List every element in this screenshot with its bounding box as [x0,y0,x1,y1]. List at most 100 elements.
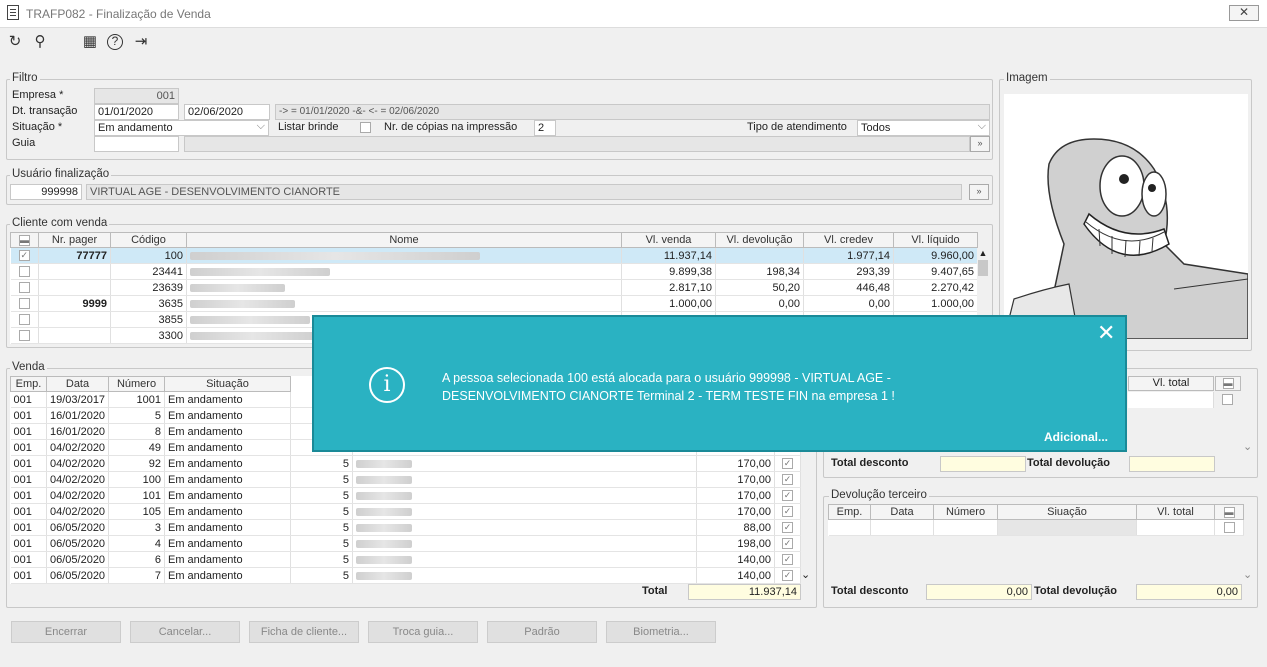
row-checkbox[interactable] [18,314,30,326]
calendar-icon[interactable]: ▦ [81,33,99,51]
guia-lookup-button[interactable]: » [970,136,990,152]
venda-cell: 9.899,38 [621,263,716,280]
venda-checkbox-cell[interactable]: ✓ [774,519,801,536]
col-vl-liquido[interactable]: Vl. líquido [893,232,978,248]
help-icon[interactable]: ? [107,34,123,50]
emp-cell: 001 [10,487,47,504]
search-icon[interactable]: ⚲ [31,33,49,51]
venda-checkbox-cell[interactable]: ✓ [774,455,801,472]
emp-cell: 001 [10,471,47,488]
row-checkbox[interactable] [18,282,30,294]
dev-col-situacao[interactable]: Siuação [997,504,1137,520]
copias-field[interactable]: 2 [534,120,556,136]
refresh-icon[interactable]: ↻ [6,33,24,51]
dev-col-emp[interactable]: Emp. [828,504,871,520]
usuario-code-field[interactable]: 999998 [10,184,82,200]
col-vl-total-top[interactable]: Vl. total [1128,376,1214,391]
encerrar-button[interactable]: Encerrar [11,621,121,643]
toast-adicional-link[interactable]: Adicional... [1044,430,1108,444]
select-all-itens[interactable]: ▬ [1215,376,1241,391]
empresa-field[interactable]: 001 [94,88,179,104]
table-row[interactable]: 001 06/05/2020 7 Em andamento 5 140,00 ✓ [10,567,801,584]
table-row[interactable]: 23639 2.817,10 50,20 446,48 2.270,42 [10,279,978,296]
table-row[interactable]: 001 04/02/2020 101 Em andamento 5 170,00… [10,487,801,504]
select-all-header[interactable]: ▬ [10,232,39,248]
table-row[interactable]: 23441 9.899,38 198,34 293,39 9.407,65 [10,263,978,280]
guia-field[interactable] [94,136,179,152]
col-vl-devolucao[interactable]: Vl. devolução [715,232,804,248]
numero-cell: 101 [108,487,165,504]
toast-close-icon[interactable]: ✕ [1097,322,1115,344]
situacao-select[interactable]: Em andamento [94,120,269,136]
usuario-lookup-button[interactable]: » [969,184,989,200]
row-checkbox[interactable] [18,298,30,310]
col-data[interactable]: Data [46,376,109,392]
table-row[interactable]: 001 06/05/2020 4 Em andamento 5 198,00 ✓ [10,535,801,552]
col-numero[interactable]: Número [108,376,165,392]
itens-row-checkbox[interactable] [1222,394,1233,405]
table-row[interactable]: 001 04/02/2020 105 Em andamento 5 170,00… [10,503,801,520]
dev-row-checkbox[interactable] [1223,522,1235,534]
qtd-cell: 5 [290,471,353,488]
nome-cell [186,247,622,264]
col-nr-pager[interactable]: Nr. pager [38,232,111,248]
listar-brinde-label: Listar brinde [278,121,339,133]
close-window-button[interactable]: ✕ [1229,5,1259,21]
venda-checkbox-cell[interactable]: ✓ [774,535,801,552]
row-checkbox[interactable] [18,266,30,278]
dt-from-field[interactable]: 01/01/2020 [94,104,179,120]
dt-to-field[interactable]: 02/06/2020 [184,104,270,120]
table-row[interactable]: ✓ 77777 100 11.937,14 1.977,14 9.960,00 [10,247,978,264]
devolucao-scroll-down-icon[interactable]: ⌄ [1243,568,1252,581]
dev-col-vl-total[interactable]: Vl. total [1136,504,1215,520]
data-cell: 06/05/2020 [46,519,109,536]
dev-total-desconto-label: Total desconto [831,585,909,597]
table-row[interactable]: 001 04/02/2020 100 Em andamento 5 170,00… [10,471,801,488]
venda-checkbox-cell[interactable]: ✓ [774,471,801,488]
col-situacao[interactable]: Situação [164,376,291,392]
table-row[interactable]: 001 04/02/2020 92 Em andamento 5 170,00 … [10,455,801,472]
numero-cell: 49 [108,439,165,456]
venda-checkbox-cell[interactable]: ✓ [774,551,801,568]
col-nome[interactable]: Nome [186,232,622,248]
venda-checkbox-cell[interactable]: ✓ [774,487,801,504]
cliente-nome-cell [352,567,697,584]
venda-checkbox-cell[interactable]: ✓ [774,503,801,520]
table-row[interactable]: 9999 3635 1.000,00 0,00 0,00 1.000,00 [10,295,978,312]
dev-col-numero[interactable]: Número [933,504,998,520]
row-checkbox[interactable] [18,330,30,342]
emp-cell: 001 [10,391,47,408]
valor-cell: 170,00 [696,471,775,488]
col-codigo[interactable]: Código [110,232,187,248]
listar-brinde-checkbox[interactable] [360,122,371,133]
table-row[interactable]: 001 06/05/2020 3 Em andamento 5 88,00 ✓ [10,519,801,536]
exit-icon[interactable]: ⇥ [132,33,150,51]
venda-scroll-down-icon[interactable]: ⌄ [801,568,810,581]
empresa-label: Empresa * [12,89,64,101]
window-title: TRAFP082 - Finalização de Venda [26,7,211,21]
table-row[interactable]: 001 06/05/2020 6 Em andamento 5 140,00 ✓ [10,551,801,568]
troca-guia-button[interactable]: Troca guia... [368,621,478,643]
dev-select-all[interactable]: ▬ [1214,504,1244,520]
emp-cell: 001 [10,407,47,424]
row-checkbox[interactable]: ✓ [18,250,30,262]
dev-col-data[interactable]: Data [870,504,934,520]
dt-range-description: -> = 01/01/2020 -&- <- = 02/06/2020 [275,104,990,120]
col-emp[interactable]: Emp. [10,376,47,392]
itens-scroll-down-icon[interactable]: ⌄ [1243,440,1252,453]
venda-cell: 2.817,10 [621,279,716,296]
data-cell: 19/03/2017 [46,391,109,408]
venda-checkbox-cell[interactable]: ✓ [774,567,801,584]
padrao-button[interactable]: Padrão [487,621,597,643]
valor-cell: 140,00 [696,567,775,584]
pager-cell [38,311,111,328]
credev-cell: 293,39 [803,263,894,280]
cliente-nome-cell [352,551,697,568]
col-vl-venda[interactable]: Vl. venda [621,232,716,248]
tipo-atendimento-select[interactable]: Todos [857,120,990,136]
col-vl-credev[interactable]: Vl. credev [803,232,894,248]
table-row[interactable] [828,519,1244,536]
biometria-button[interactable]: Biometria... [606,621,716,643]
ficha-cliente-button[interactable]: Ficha de cliente... [249,621,359,643]
cancelar-button[interactable]: Cancelar... [130,621,240,643]
